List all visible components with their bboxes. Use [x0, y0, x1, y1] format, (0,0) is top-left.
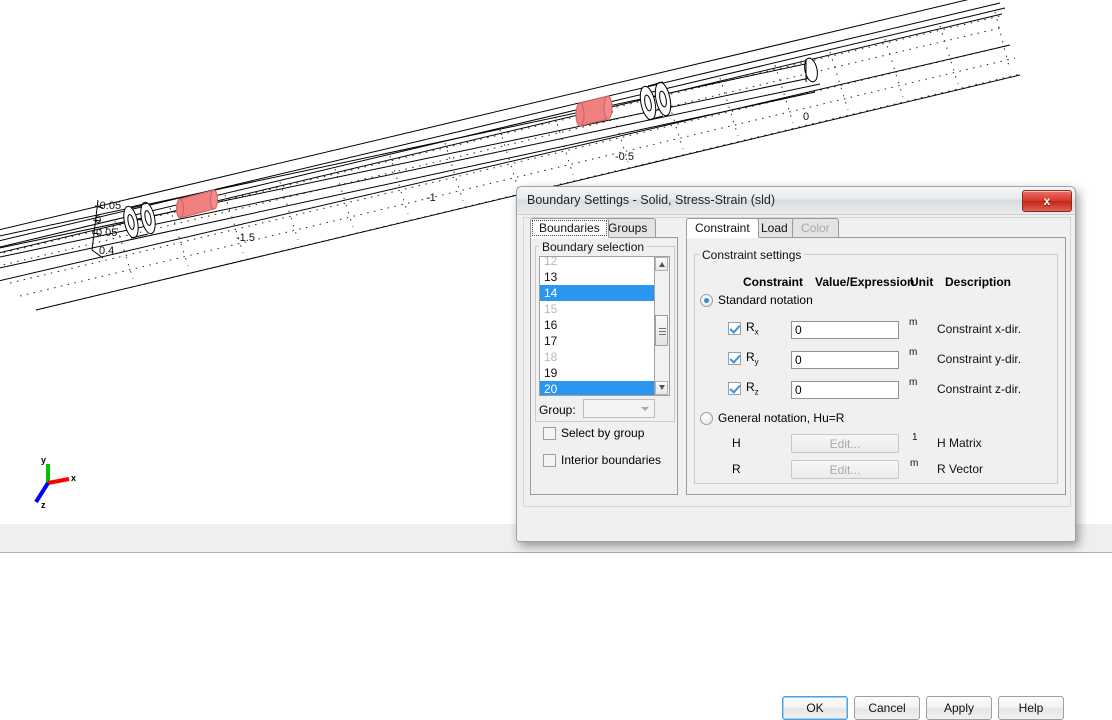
h-matrix-edit-button: Edit...: [791, 434, 899, 453]
grip-line: [659, 331, 666, 332]
rx-value-input[interactable]: 0: [791, 321, 899, 339]
rz-description: Constraint z-dir.: [937, 382, 1022, 396]
chevron-down-icon: [641, 407, 649, 411]
boundaries-panel: Boundary selection 12 13 14 15 16 17 18 …: [530, 237, 678, 495]
ok-button[interactable]: OK: [782, 696, 848, 720]
axis-label-y-3: 0.4: [99, 245, 115, 257]
tab-boundaries[interactable]: Boundaries: [530, 218, 609, 238]
select-by-group-checkbox[interactable]: [543, 427, 556, 440]
h-matrix-description: H Matrix: [937, 436, 982, 450]
ry-value-input[interactable]: 0: [791, 351, 899, 369]
general-notation-label: General notation, Hu=R: [718, 411, 845, 425]
chevron-down-icon: [659, 385, 665, 390]
boundary-list[interactable]: 12 13 14 15 16 17 18 19 20: [539, 256, 655, 396]
list-item[interactable]: 15: [540, 301, 654, 317]
tab-constraint[interactable]: Constraint: [686, 218, 759, 238]
ry-unit: m: [909, 347, 918, 358]
column-header-unit: Unit: [910, 275, 934, 289]
tab-load[interactable]: Load: [752, 218, 797, 238]
interior-boundaries-label: Interior boundaries: [561, 453, 662, 467]
group-label: Group:: [539, 403, 576, 417]
dialog-title: Boundary Settings - Solid, Stress-Strain…: [527, 193, 776, 207]
rx-description: Constraint x-dir.: [937, 322, 1022, 336]
column-header-constraint: Constraint: [743, 275, 803, 289]
axis-label-x-3: 0: [803, 111, 810, 123]
r-vector-description: R Vector: [937, 462, 984, 476]
select-by-group-label: Select by group: [561, 426, 645, 440]
column-header-description: Description: [945, 275, 1012, 289]
general-notation-radio[interactable]: [700, 412, 713, 425]
rz-value-input[interactable]: 0: [791, 381, 899, 399]
rx-checkbox[interactable]: [728, 322, 741, 335]
list-item[interactable]: 13: [540, 269, 654, 285]
rz-checkbox[interactable]: [728, 382, 741, 395]
axis-label-y-1: 0: [95, 214, 102, 226]
rz-label: Rz: [746, 380, 759, 397]
axis-triad-glyph: [34, 464, 70, 504]
ry-description: Constraint y-dir.: [937, 352, 1022, 366]
tab-color: Color: [792, 218, 839, 238]
scrollbar-thumb[interactable]: [655, 315, 668, 346]
list-item[interactable]: 14: [540, 285, 654, 301]
chevron-up-icon: [659, 262, 665, 267]
close-icon-glyph: x: [1043, 194, 1051, 208]
help-button[interactable]: Help: [998, 696, 1064, 720]
h-matrix-unit: 1: [912, 432, 918, 443]
list-item[interactable]: 19: [540, 365, 654, 381]
axis-label-x-1: -1: [426, 192, 436, 204]
triad-label-z: z: [41, 500, 46, 510]
rx-label: Rx: [746, 320, 759, 337]
constraint-panel: Constraint settings Constraint Value/Exp…: [686, 237, 1066, 495]
r-vector-label: R: [732, 462, 741, 476]
ry-label: Ry: [746, 350, 759, 367]
rz-unit: m: [909, 377, 918, 388]
list-item[interactable]: 16: [540, 317, 654, 333]
boundary-list-scrollbar[interactable]: [655, 256, 670, 396]
axis-label-y-0: -0.05: [96, 200, 122, 212]
boundary-selection-title: Boundary selection: [539, 240, 648, 254]
grip-line: [659, 328, 666, 329]
column-header-value: Value/Expression: [815, 275, 915, 289]
ry-checkbox[interactable]: [728, 352, 741, 365]
dialog-title-bar[interactable]: Boundary Settings - Solid, Stress-Strain…: [517, 187, 1075, 215]
r-vector-unit: m: [910, 458, 919, 469]
grip-line: [659, 334, 666, 335]
axis-label-x-2: -0.5: [615, 151, 634, 163]
cancel-button[interactable]: Cancel: [854, 696, 920, 720]
h-matrix-label: H: [732, 436, 741, 450]
list-item[interactable]: 20: [540, 381, 654, 395]
triad-label-x: x: [71, 473, 77, 483]
constraint-settings-title: Constraint settings: [699, 248, 805, 262]
list-item[interactable]: 17: [540, 333, 654, 349]
scroll-down-icon[interactable]: [655, 381, 668, 395]
interior-boundaries-checkbox[interactable]: [543, 454, 556, 467]
boundary-settings-dialog: Boundary Settings - Solid, Stress-Strain…: [516, 186, 1076, 720]
apply-button[interactable]: Apply: [926, 696, 992, 720]
axis-label-y-2: 0.05: [96, 227, 118, 239]
close-icon[interactable]: x: [1022, 190, 1072, 212]
list-item[interactable]: 12: [540, 257, 654, 269]
dialog-body: Boundaries Groups Boundary selection 12 …: [523, 217, 1071, 507]
triad-label-y: y: [41, 455, 47, 465]
group-dropdown[interactable]: [583, 399, 655, 418]
scroll-up-icon[interactable]: [655, 257, 668, 271]
standard-notation-label: Standard notation: [718, 293, 813, 307]
list-item[interactable]: 18: [540, 349, 654, 365]
axis-label-x-0: -1.5: [236, 232, 255, 244]
r-vector-edit-button: Edit...: [791, 460, 899, 479]
rx-unit: m: [909, 317, 918, 328]
standard-notation-radio[interactable]: [700, 294, 713, 307]
